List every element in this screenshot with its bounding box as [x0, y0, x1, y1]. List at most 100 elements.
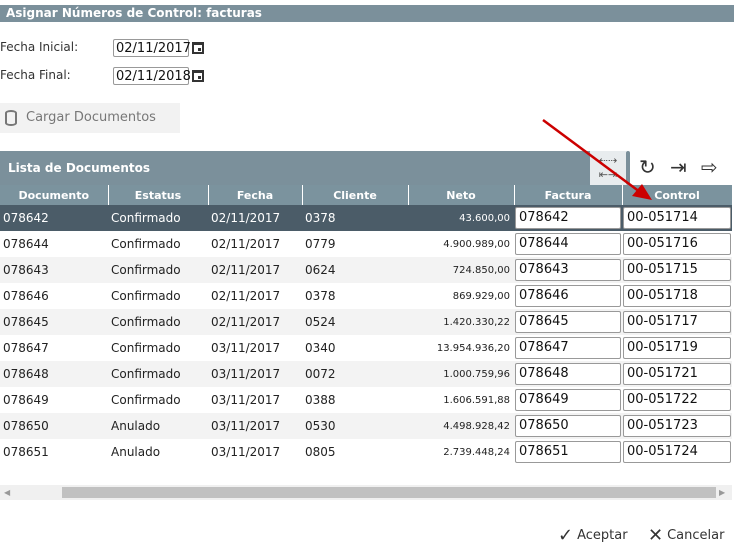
- cell-neto: 724.850,00: [408, 257, 514, 283]
- table-row[interactable]: 078649 Confirmado 03/11/2017 0388 1.606.591,…: [0, 387, 732, 413]
- calendar-icon[interactable]: [192, 70, 204, 82]
- scroll-right-icon[interactable]: ▶: [719, 488, 725, 497]
- cell-factura[interactable]: 078643: [514, 257, 622, 283]
- export-icon[interactable]: ⇨: [701, 154, 718, 180]
- cell-documento: 078643: [0, 257, 108, 283]
- cell-estatus: Confirmado: [111, 393, 181, 407]
- cell-documento: 078646: [3, 289, 49, 303]
- import-icon[interactable]: ⇥: [670, 154, 687, 180]
- factura-input[interactable]: 078646: [515, 285, 621, 307]
- cell-documento: 078645: [0, 309, 108, 335]
- cell-control[interactable]: 00-051718: [622, 283, 732, 309]
- accept-button[interactable]: ✓ Aceptar: [558, 526, 628, 546]
- factura-input[interactable]: 078643: [515, 259, 621, 281]
- fecha-inicial-input[interactable]: 02/11/2017: [113, 39, 191, 57]
- cell-documento: 078642: [0, 205, 108, 231]
- cargar-documentos-button[interactable]: Cargar Documentos: [0, 103, 180, 133]
- cell-fecha: 02/11/2017: [208, 205, 302, 231]
- factura-input[interactable]: 078644: [515, 233, 621, 255]
- table-row[interactable]: 078642 Confirmado 02/11/2017 0378 43.600,00 0…: [0, 205, 732, 231]
- table-row[interactable]: 078643 Confirmado 02/11/2017 0624 724.850,00…: [0, 257, 732, 283]
- cell-control[interactable]: 00-051717: [622, 309, 732, 335]
- cell-control[interactable]: 00-051722: [622, 387, 732, 413]
- factura-input[interactable]: 078645: [515, 311, 621, 333]
- cell-control[interactable]: 00-051716: [622, 231, 732, 257]
- control-input[interactable]: 00-051717: [623, 311, 731, 333]
- factura-input[interactable]: 078651: [515, 441, 621, 463]
- scroll-left-icon[interactable]: ◀: [4, 488, 10, 497]
- cell-estatus: Confirmado: [108, 257, 208, 283]
- cell-documento: 078648: [0, 361, 108, 387]
- cell-fecha: 02/11/2017: [211, 289, 281, 303]
- calendar-icon[interactable]: [192, 42, 204, 54]
- database-icon: [5, 110, 17, 126]
- cell-control[interactable]: 00-051721: [622, 361, 732, 387]
- cell-control[interactable]: 00-051719: [622, 335, 732, 361]
- column-header-control[interactable]: Control: [622, 185, 733, 205]
- cell-fecha: 03/11/2017: [211, 445, 281, 459]
- cell-factura[interactable]: 078645: [514, 309, 622, 335]
- column-header-factura[interactable]: Factura: [514, 185, 623, 205]
- cell-neto: 4.900.989,00: [443, 238, 510, 250]
- factura-input[interactable]: 078648: [515, 363, 621, 385]
- cell-factura[interactable]: 078644: [514, 231, 622, 257]
- control-input[interactable]: 00-051721: [623, 363, 731, 385]
- cell-factura[interactable]: 078647: [514, 335, 622, 361]
- cell-fecha: 03/11/2017: [211, 341, 281, 355]
- control-input[interactable]: 00-051722: [623, 389, 731, 411]
- column-header-fecha[interactable]: Fecha: [208, 185, 303, 205]
- factura-input[interactable]: 078650: [515, 415, 621, 437]
- table-row[interactable]: 078645 Confirmado 02/11/2017 0524 1.420.330,…: [0, 309, 732, 335]
- cargar-label: Cargar Documentos: [26, 110, 156, 125]
- cell-cliente: 0388: [305, 393, 336, 407]
- table-row[interactable]: 078651 Anulado 03/11/2017 0805 2.739.448,24 0…: [0, 439, 732, 465]
- table-row[interactable]: 078650 Anulado 03/11/2017 0530 4.498.928,42 0…: [0, 413, 732, 439]
- cell-cliente: 0805: [305, 445, 336, 459]
- cell-factura[interactable]: 078651: [514, 439, 622, 465]
- column-header-estatus[interactable]: Estatus: [108, 185, 209, 205]
- control-input[interactable]: 00-051724: [623, 441, 731, 463]
- cell-factura[interactable]: 078649: [514, 387, 622, 413]
- documents-table: Documento Estatus Fecha Cliente Neto Factura C…: [0, 185, 733, 465]
- cancel-button[interactable]: ✕ Cancelar: [648, 526, 724, 546]
- factura-input[interactable]: 078642: [515, 207, 621, 229]
- table-row[interactable]: 078644 Confirmado 02/11/2017 0779 4.900.989,…: [0, 231, 732, 257]
- column-header-cliente[interactable]: Cliente: [302, 185, 409, 205]
- scrollbar-thumb[interactable]: [62, 487, 716, 498]
- cell-factura[interactable]: 078648: [514, 361, 622, 387]
- cell-factura[interactable]: 078646: [514, 283, 622, 309]
- table-row[interactable]: 078646 Confirmado 02/11/2017 0378 869.929,00…: [0, 283, 732, 309]
- cell-control[interactable]: 00-051714: [622, 205, 732, 231]
- column-header-neto[interactable]: Neto: [408, 185, 515, 205]
- column-header-documento[interactable]: Documento: [0, 185, 109, 205]
- table-row[interactable]: 078647 Confirmado 03/11/2017 0340 13.954.936…: [0, 335, 732, 361]
- cell-cliente: 0378: [305, 289, 336, 303]
- accept-label: Aceptar: [577, 528, 628, 543]
- control-input[interactable]: 00-051714: [623, 207, 731, 229]
- cell-neto: 2.739.448,24: [443, 446, 510, 458]
- control-input[interactable]: 00-051716: [623, 233, 731, 255]
- cell-control[interactable]: 00-051723: [622, 413, 732, 439]
- cell-estatus: Anulado: [108, 413, 208, 439]
- cell-cliente: 0624: [302, 257, 408, 283]
- control-input[interactable]: 00-051718: [623, 285, 731, 307]
- cell-cliente: 0340: [305, 341, 336, 355]
- panel-title: Lista de Documentos: [0, 151, 590, 185]
- cell-factura[interactable]: 078642: [514, 205, 622, 231]
- cell-documento: 078650: [0, 413, 108, 439]
- factura-input[interactable]: 078647: [515, 337, 621, 359]
- refresh-icon[interactable]: ↻: [639, 154, 656, 180]
- cell-estatus: Confirmado: [111, 289, 181, 303]
- control-input[interactable]: 00-051715: [623, 259, 731, 281]
- cell-fecha: 02/11/2017: [208, 257, 302, 283]
- cell-factura[interactable]: 078650: [514, 413, 622, 439]
- cell-control[interactable]: 00-051724: [622, 439, 732, 465]
- table-row[interactable]: 078648 Confirmado 03/11/2017 0072 1.000.759,…: [0, 361, 732, 387]
- control-input[interactable]: 00-051719: [623, 337, 731, 359]
- factura-input[interactable]: 078649: [515, 389, 621, 411]
- resize-columns-icon[interactable]: ⇠⇢ ⇤⇥: [590, 151, 626, 185]
- cell-control[interactable]: 00-051715: [622, 257, 732, 283]
- fecha-final-input[interactable]: 02/11/2018: [113, 67, 191, 85]
- horizontal-scrollbar[interactable]: ◀ ▶: [0, 485, 732, 500]
- control-input[interactable]: 00-051723: [623, 415, 731, 437]
